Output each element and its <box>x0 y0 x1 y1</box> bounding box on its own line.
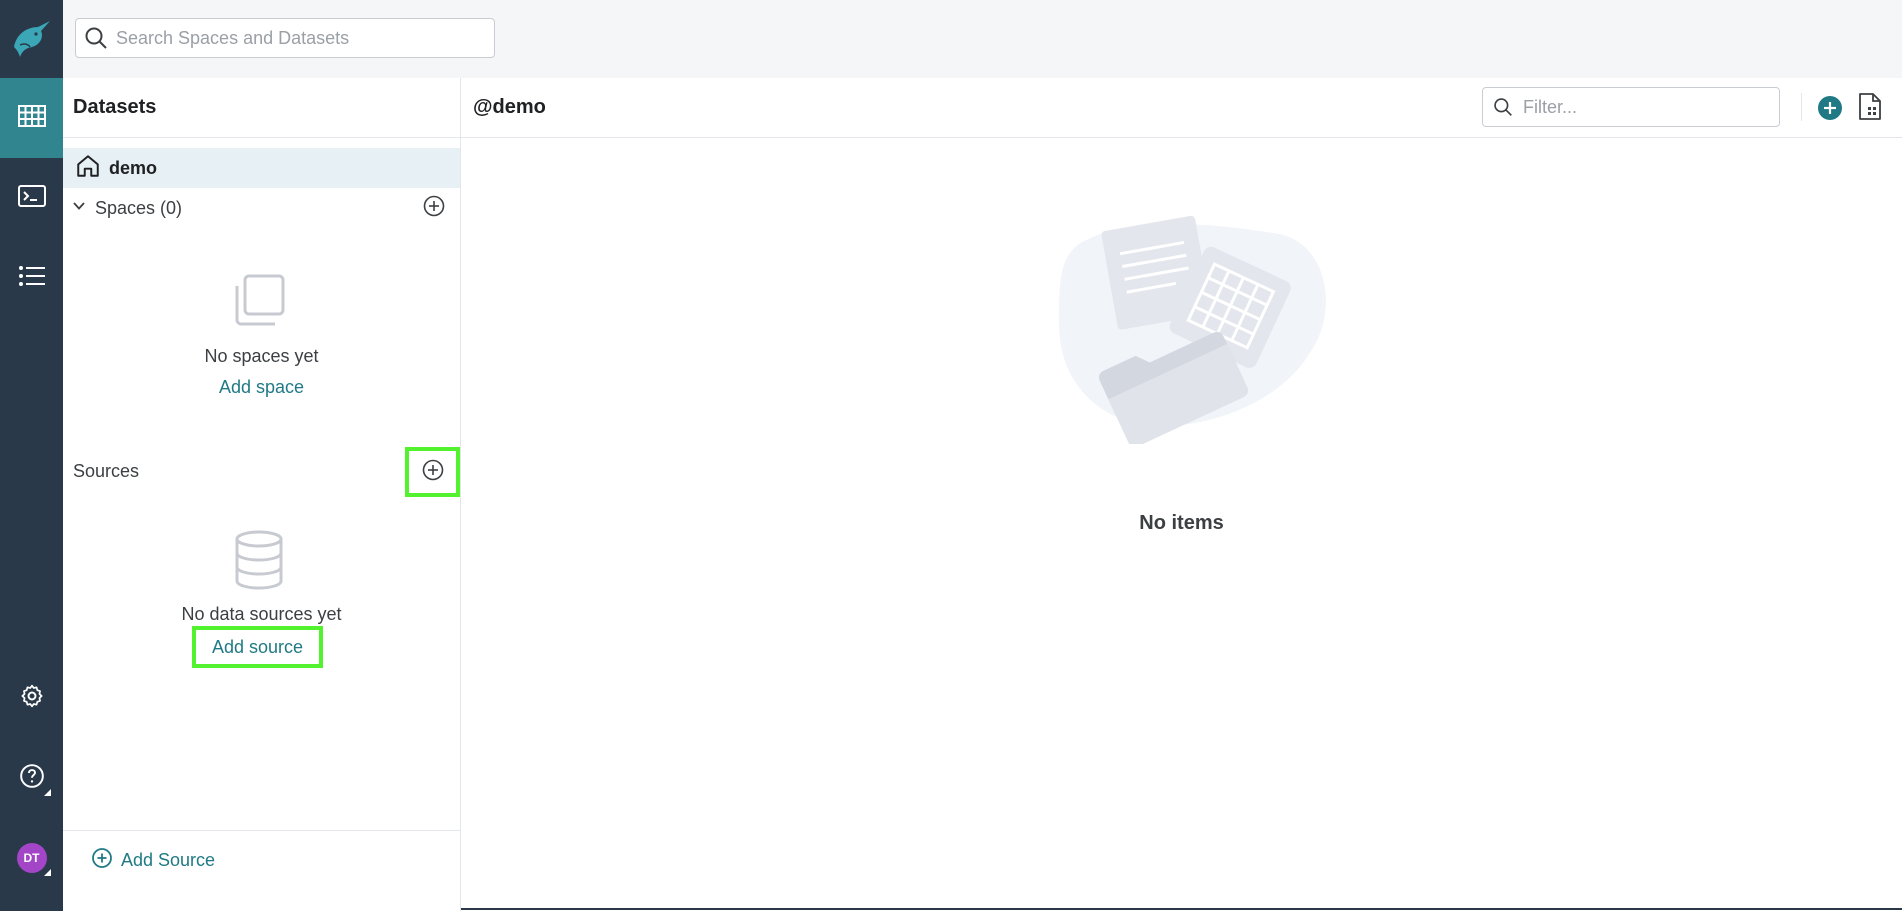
narwhal-logo[interactable] <box>0 0 63 78</box>
plus-circle-filled-icon <box>1815 96 1845 127</box>
search-icon <box>76 18 116 58</box>
add-space-link[interactable]: Add space <box>63 377 460 398</box>
footer-add-source-label: Add Source <box>121 850 216 870</box>
divider <box>1801 93 1802 121</box>
add-button[interactable] <box>1815 93 1845 123</box>
nav-jobs[interactable] <box>0 238 63 318</box>
filter-box <box>1482 87 1780 127</box>
plus-circle-icon <box>422 459 444 486</box>
copy-icon <box>231 272 287 333</box>
search-input[interactable] <box>116 27 476 49</box>
spaces-label: Spaces (0) <box>95 197 183 218</box>
empty-state-message: No items <box>1139 512 1224 534</box>
database-icon <box>233 530 285 595</box>
panel-title: Datasets <box>73 96 157 118</box>
footer-add-source-button[interactable]: Add Source <box>91 847 215 874</box>
avatar: DT <box>16 843 47 873</box>
add-source-button[interactable] <box>405 447 460 497</box>
search-icon <box>1483 87 1523 127</box>
empty-folder-illustration <box>1039 204 1339 449</box>
page-title: @demo <box>473 96 546 118</box>
home-space-item[interactable]: demo <box>63 148 460 188</box>
filter-input[interactable] <box>1523 96 1763 118</box>
home-space-label: demo <box>109 157 158 178</box>
plus-circle-icon <box>423 195 445 222</box>
empty-spaces-message: No spaces yet <box>204 346 319 366</box>
home-icon <box>75 153 101 184</box>
empty-sources-message: No data sources yet <box>181 604 342 624</box>
upload-file-button[interactable] <box>1856 92 1886 122</box>
chevron-down-icon <box>71 198 87 219</box>
gear-icon <box>19 683 45 714</box>
divider <box>461 137 1902 138</box>
user-menu-button[interactable]: DT <box>0 828 63 888</box>
plus-circle-icon <box>91 847 113 874</box>
spaces-section-header[interactable]: Spaces (0) <box>63 188 460 228</box>
help-button[interactable] <box>0 748 63 808</box>
menu-corner-indicator <box>44 869 51 876</box>
settings-button[interactable] <box>0 668 63 728</box>
grid-table-icon <box>17 104 46 132</box>
file-grid-icon <box>1856 93 1884 126</box>
add-source-link[interactable]: Add source <box>192 626 323 668</box>
sources-label: Sources <box>73 461 140 481</box>
nav-sql-runner[interactable] <box>0 158 63 238</box>
terminal-icon <box>17 184 46 212</box>
left-rail: DT <box>0 0 63 911</box>
list-icon <box>18 265 46 292</box>
main-content: @demo Filter... No items <box>461 78 1902 911</box>
top-bar <box>63 0 1902 78</box>
nav-datasets[interactable] <box>0 78 63 158</box>
global-search <box>75 18 495 58</box>
datasets-panel: Datasets demo Spaces (0) No spaces yet A… <box>63 78 461 911</box>
divider <box>63 830 461 831</box>
divider <box>63 137 461 138</box>
help-circle-icon <box>19 763 45 794</box>
bottom-border <box>461 908 1902 910</box>
add-space-button[interactable] <box>418 192 450 224</box>
menu-corner-indicator <box>44 789 51 796</box>
